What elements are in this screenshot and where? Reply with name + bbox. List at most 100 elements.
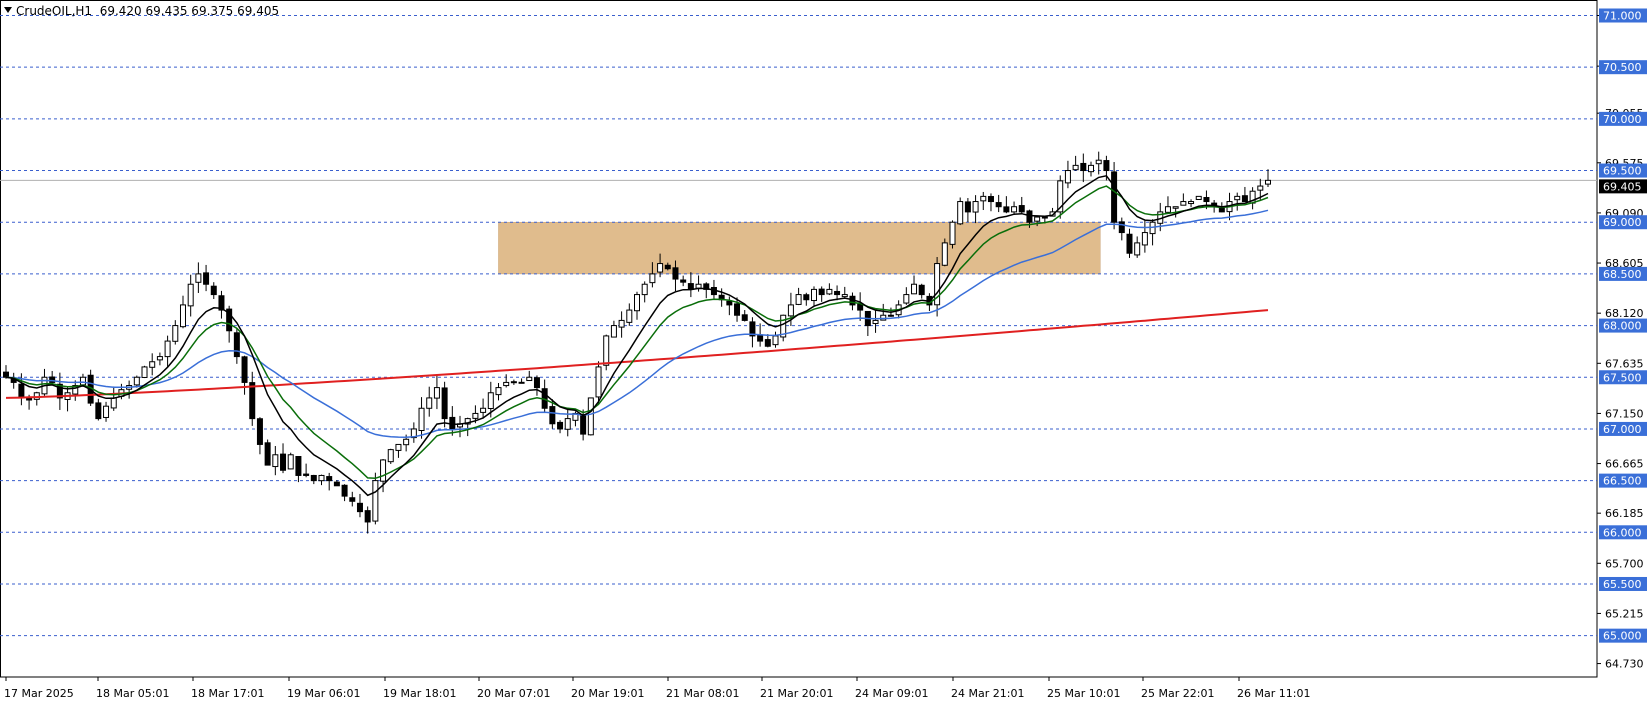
candle-body-up — [695, 283, 702, 289]
candle[interactable] — [1057, 175, 1064, 219]
candle-body-up — [1134, 242, 1141, 256]
candle[interactable] — [941, 238, 948, 267]
candle[interactable] — [957, 197, 964, 226]
level-label-text: 66.500 — [1603, 475, 1642, 488]
level-label: 66.500 — [1599, 473, 1647, 488]
candle-body-down — [1218, 207, 1225, 213]
candle[interactable] — [141, 365, 148, 379]
candle[interactable] — [1111, 162, 1118, 230]
x-tick-label: 18 Mar 05:01 — [96, 687, 169, 700]
candle[interactable] — [387, 448, 394, 464]
level-label: 69.000 — [1599, 215, 1647, 230]
chart-header: CrudeOIL,H1 69.420 69.435 69.375 69.405 — [4, 4, 279, 18]
candle-body-down — [857, 303, 864, 311]
candle-body-up — [980, 195, 987, 202]
chart-canvas[interactable]: 71.00070.51070.05569.57569.09068.60568.1… — [0, 0, 1651, 708]
candle-body-down — [280, 453, 287, 471]
candle[interactable] — [603, 334, 610, 371]
candle-body-up — [618, 319, 625, 328]
symbol-timeframe: CrudeOIL,H1 — [16, 4, 93, 18]
candle[interactable] — [1195, 195, 1202, 200]
candle-body-down — [764, 339, 771, 347]
candle-body-up — [972, 201, 979, 213]
candle-body-down — [580, 413, 587, 435]
x-tick-label: 20 Mar 19:01 — [571, 687, 644, 700]
candle-body-down — [295, 456, 302, 476]
candle-body-down — [1018, 205, 1025, 213]
candle-body-down — [680, 279, 687, 283]
dropdown-triangle-icon[interactable] — [4, 7, 12, 13]
candle-body-down — [987, 196, 994, 203]
level-label-text: 67.500 — [1603, 371, 1642, 384]
candle-body-up — [1034, 216, 1041, 222]
candle[interactable] — [587, 397, 594, 436]
candle-body-up — [495, 387, 502, 396]
candle-body-up — [487, 392, 494, 409]
candle[interactable] — [780, 314, 787, 342]
current-price-text: 69.405 — [1603, 180, 1642, 193]
candle-body-up — [949, 221, 956, 245]
price-chart[interactable]: 71.00070.51070.05569.57569.09068.60568.1… — [0, 0, 1651, 708]
y-tick-label: 66.185 — [1605, 507, 1644, 520]
candle-body-down — [918, 284, 925, 296]
candle-body-down — [518, 381, 525, 384]
candle-body-down — [687, 283, 694, 290]
level-label: 70.000 — [1599, 111, 1647, 126]
candle-body-up — [418, 407, 425, 432]
candle-body-up — [880, 314, 887, 321]
current-price-label: 69.405 — [1599, 179, 1647, 194]
level-label: 66.000 — [1599, 525, 1647, 540]
candle[interactable] — [949, 220, 956, 249]
candle-body-up — [433, 387, 440, 399]
y-tick-label: 68.120 — [1605, 307, 1644, 320]
candle-body-down — [834, 290, 841, 296]
candle-body-up — [787, 304, 794, 317]
candle-body-down — [341, 484, 348, 497]
plot-frame — [0, 0, 1598, 678]
candle-body-down — [726, 300, 733, 306]
candle-body-down — [818, 288, 825, 296]
candle-body-down — [364, 510, 371, 523]
candle-body-up — [603, 335, 610, 366]
candle-body-up — [156, 356, 163, 361]
candle-body-down — [326, 476, 333, 482]
candle-body-up — [872, 319, 879, 325]
candle-body-down — [557, 421, 564, 430]
candle-body-up — [1164, 206, 1171, 213]
x-tick-label: 17 Mar 2025 — [4, 687, 74, 700]
candle-body-down — [1103, 160, 1110, 172]
y-tick-label: 66.665 — [1605, 458, 1644, 471]
level-label-text: 66.000 — [1603, 526, 1642, 539]
candle-body-down — [757, 334, 764, 342]
candle-body-down — [349, 497, 356, 502]
candle-body-up — [657, 263, 664, 273]
candle-body-up — [372, 480, 379, 522]
level-label: 71.000 — [1599, 8, 1647, 23]
x-tick-label: 26 Mar 11:01 — [1237, 687, 1310, 700]
y-tick-label: 64.730 — [1605, 658, 1644, 671]
candle-body-down — [1111, 171, 1118, 223]
y-tick-label: 65.215 — [1605, 607, 1644, 620]
x-tick-label: 24 Mar 21:01 — [951, 687, 1024, 700]
candle-body-down — [664, 264, 671, 270]
candle-body-up — [1072, 164, 1079, 171]
candle-body-down — [1126, 233, 1133, 254]
candle-body-up — [195, 273, 202, 283]
level-label-text: 65.500 — [1603, 578, 1642, 591]
candle-body-up — [1011, 206, 1018, 213]
candle-body-up — [1095, 159, 1102, 165]
level-label: 69.500 — [1599, 163, 1647, 178]
candle-body-down — [510, 381, 517, 384]
candle-body-up — [587, 397, 594, 436]
candle-body-down — [26, 397, 33, 401]
candle[interactable] — [372, 472, 379, 525]
candle[interactable] — [264, 439, 271, 466]
x-tick-label: 21 Mar 08:01 — [666, 687, 739, 700]
candle-body-down — [1003, 206, 1010, 213]
candle[interactable] — [287, 452, 294, 470]
ohlc-values: 69.420 69.435 69.375 69.405 — [99, 4, 280, 18]
candle-body-down — [264, 442, 271, 466]
level-label-text: 70.000 — [1603, 113, 1642, 126]
candle-body-down — [210, 285, 217, 296]
candle-body-down — [203, 272, 210, 285]
